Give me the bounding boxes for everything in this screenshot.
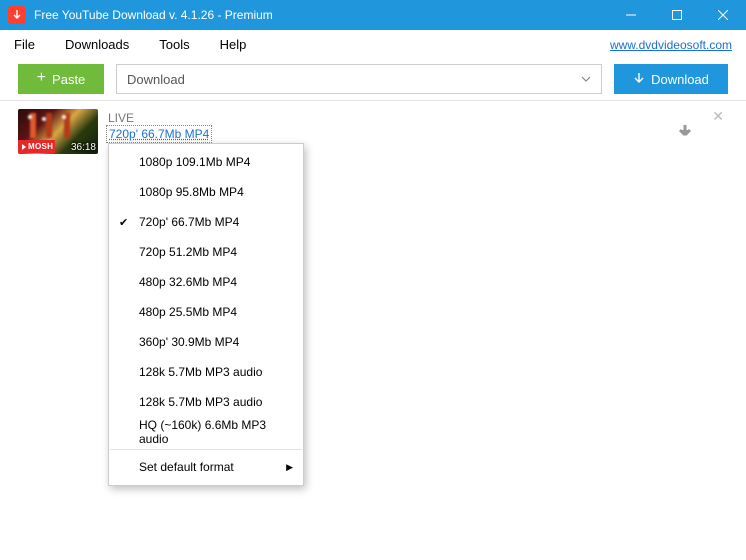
remove-item-button[interactable]: ✕ xyxy=(708,109,728,123)
download-arrow-icon xyxy=(633,72,645,87)
menu-help[interactable]: Help xyxy=(220,37,247,52)
format-option-label: 720p' 66.7Mb MP4 xyxy=(139,215,239,229)
format-selector-link[interactable]: 720p' 66.7Mb MP4 xyxy=(108,127,210,141)
action-select[interactable]: Download xyxy=(116,64,602,94)
format-dropdown: 1080p 109.1Mb MP4 1080p 95.8Mb MP4 ✔ 720p' … xyxy=(108,143,304,486)
paste-label: Paste xyxy=(52,72,85,87)
content: MOSH 36:18 LIVE 720p' 66.7Mb MP4 ✕ 1080p… xyxy=(0,101,746,162)
close-button[interactable] xyxy=(700,0,746,30)
menu-tools[interactable]: Tools xyxy=(159,37,189,52)
minimize-button[interactable] xyxy=(608,0,654,30)
format-option-label: 1080p 109.1Mb MP4 xyxy=(139,155,250,169)
format-option[interactable]: 1080p 109.1Mb MP4 xyxy=(109,147,303,177)
format-option-label: 480p 32.6Mb MP4 xyxy=(139,275,237,289)
submenu-arrow-icon: ▶ xyxy=(286,462,293,473)
format-option[interactable]: 128k 5.7Mb MP3 audio xyxy=(109,357,303,387)
action-select-label: Download xyxy=(127,72,185,87)
format-option[interactable]: 1080p 95.8Mb MP4 xyxy=(109,177,303,207)
app-icon xyxy=(8,6,26,24)
format-option-label: HQ (~160k) 6.6Mb MP3 audio xyxy=(139,418,291,446)
check-icon: ✔ xyxy=(119,216,128,229)
titlebar: Free YouTube Download v. 4.1.26 - Premiu… xyxy=(0,0,746,30)
toolbar: + Paste Download Download xyxy=(0,60,746,100)
format-option-label: 128k 5.7Mb MP3 audio xyxy=(139,365,262,379)
format-option-label: 480p 25.5Mb MP4 xyxy=(139,305,237,319)
menubar: File Downloads Tools Help www.dvdvideoso… xyxy=(0,30,746,60)
video-duration: 36:18 xyxy=(71,142,96,153)
dropdown-separator xyxy=(110,449,302,450)
video-title: LIVE xyxy=(108,111,666,125)
set-default-label: Set default format xyxy=(139,460,234,474)
thumbnail-source-badge: MOSH xyxy=(18,140,55,153)
video-thumbnail[interactable]: MOSH 36:18 xyxy=(18,109,98,154)
paste-button[interactable]: + Paste xyxy=(18,64,104,94)
menu-downloads[interactable]: Downloads xyxy=(65,37,129,52)
chevron-down-icon xyxy=(581,72,591,87)
plus-icon: + xyxy=(37,69,46,87)
menu-file[interactable]: File xyxy=(14,37,35,52)
format-option[interactable]: 720p 51.2Mb MP4 xyxy=(109,237,303,267)
window-title: Free YouTube Download v. 4.1.26 - Premiu… xyxy=(34,8,273,22)
video-meta: LIVE 720p' 66.7Mb MP4 xyxy=(108,109,666,141)
format-option[interactable]: HQ (~160k) 6.6Mb MP3 audio xyxy=(109,417,303,447)
download-button[interactable]: Download xyxy=(614,64,728,94)
download-item-icon[interactable] xyxy=(676,123,694,146)
format-option[interactable]: 128k 5.7Mb MP3 audio xyxy=(109,387,303,417)
format-option-label: 128k 5.7Mb MP3 audio xyxy=(139,395,262,409)
format-option[interactable]: 360p' 30.9Mb MP4 xyxy=(109,327,303,357)
set-default-format[interactable]: Set default format ▶ xyxy=(109,452,303,482)
website-link[interactable]: www.dvdvideosoft.com xyxy=(610,38,732,52)
maximize-button[interactable] xyxy=(654,0,700,30)
download-label: Download xyxy=(651,72,709,87)
format-option-label: 1080p 95.8Mb MP4 xyxy=(139,185,244,199)
format-option[interactable]: ✔ 720p' 66.7Mb MP4 xyxy=(109,207,303,237)
format-option[interactable]: 480p 32.6Mb MP4 xyxy=(109,267,303,297)
format-option-label: 720p 51.2Mb MP4 xyxy=(139,245,237,259)
format-option-label: 360p' 30.9Mb MP4 xyxy=(139,335,239,349)
format-option[interactable]: 480p 25.5Mb MP4 xyxy=(109,297,303,327)
